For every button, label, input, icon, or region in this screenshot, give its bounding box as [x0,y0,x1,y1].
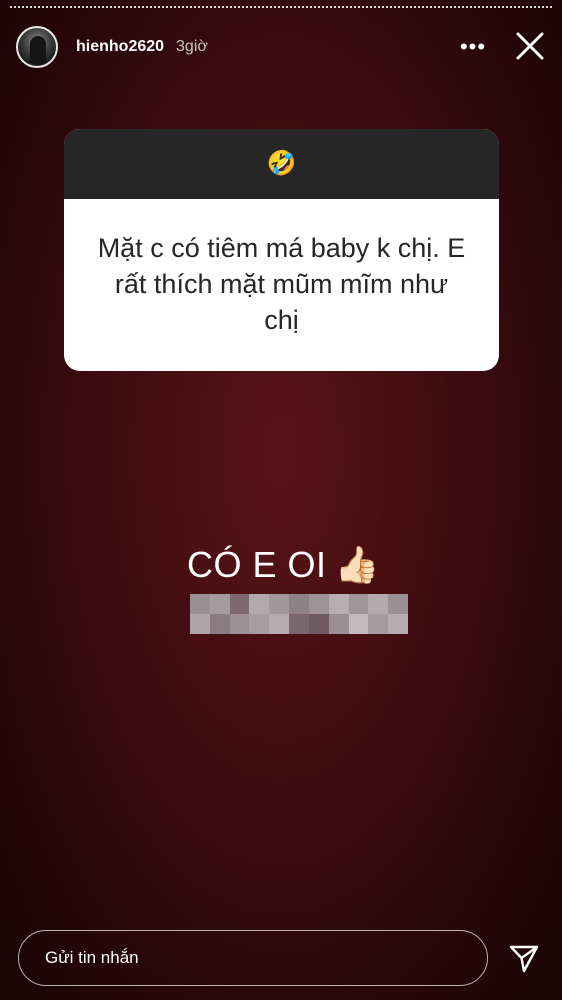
answer-caption: CÓ E OI 👍🏻 [187,540,379,590]
question-sticker-header: 🤣 [64,129,499,199]
story-timestamp: 3giờ [176,38,208,55]
story-header: hienho2620 3giờ ••• [16,26,546,68]
send-message-input[interactable]: Gửi tin nhắn [18,930,488,986]
question-text: Mặt c có tiêm má baby k chị. E rất thích… [97,233,466,335]
send-message-placeholder: Gửi tin nhắn [45,948,139,967]
send-icon[interactable] [508,942,540,974]
close-icon[interactable] [514,30,546,62]
more-icon[interactable]: ••• [456,32,490,62]
avatar[interactable] [16,26,58,68]
story-progress-bar [10,6,552,9]
answer-text: CÓ E OI [187,544,327,585]
question-sticker-body: Mặt c có tiêm má baby k chị. E rất thích… [64,199,499,371]
laughing-emoji-icon: 🤣 [266,150,297,177]
username[interactable]: hienho2620 [76,38,164,56]
question-sticker: 🤣 Mặt c có tiêm má baby k chị. E rất thí… [64,129,499,371]
pixelated-censored-text [190,594,408,634]
thumbs-up-emoji-icon: 👍🏻 [334,544,380,585]
